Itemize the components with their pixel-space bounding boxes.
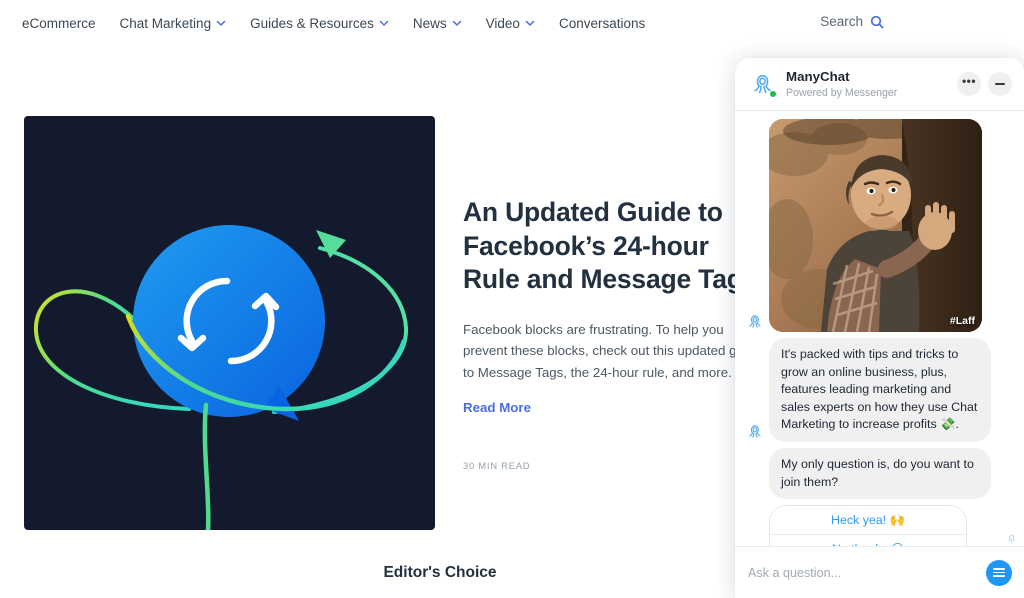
- manychat-octopus-icon: [748, 70, 777, 98]
- more-options-label: •••: [961, 74, 977, 88]
- seen-indicator-icon: [1006, 531, 1017, 543]
- chat-quick-replies-row: Heck yea! 🙌 No thanks ☹: [745, 505, 1014, 546]
- nav-item-ecommerce[interactable]: eCommerce: [22, 16, 108, 31]
- nav-item-video[interactable]: Video: [474, 16, 547, 31]
- nav-item-label: Guides & Resources: [250, 16, 374, 31]
- quick-reply-heck-yea[interactable]: Heck yea! 🙌: [770, 506, 966, 535]
- chat-brand-subtitle: Powered by Messenger: [786, 86, 898, 99]
- search-label: Search: [820, 14, 863, 29]
- quick-reply-card: Heck yea! 🙌 No thanks ☹: [769, 505, 967, 546]
- chevron-down-icon: [379, 18, 389, 28]
- chat-gif-attachment[interactable]: #Laff: [769, 119, 982, 332]
- nav-item-label: eCommerce: [22, 16, 96, 31]
- chevron-down-icon: [452, 18, 462, 28]
- page-root: eCommerce Chat Marketing Guides & Resour…: [0, 0, 1024, 598]
- nav-item-chat-marketing[interactable]: Chat Marketing: [108, 16, 239, 31]
- manychat-octopus-icon: [745, 543, 764, 546]
- minimize-dash: [995, 83, 1005, 85]
- chat-message-list: #Laff It's packed with tips and tricks t…: [735, 111, 1024, 546]
- nav-item-label: News: [412, 16, 447, 31]
- read-time-label: 30 MIN READ: [463, 460, 531, 472]
- nav-items: eCommerce Chat Marketing Guides & Resour…: [22, 16, 657, 31]
- manychat-octopus-icon: [745, 422, 764, 441]
- manychat-chat-widget: ManyChat Powered by Messenger ••• #Laff …: [735, 58, 1024, 598]
- nav-item-news[interactable]: News: [401, 16, 474, 31]
- chat-widget-identity: ManyChat Powered by Messenger: [786, 69, 950, 98]
- nav-item-label: Chat Marketing: [119, 16, 212, 31]
- chat-message-bubble: My only question is, do you want to join…: [769, 448, 991, 500]
- featured-article-image[interactable]: [24, 116, 435, 530]
- nav-item-label: Video: [485, 16, 520, 31]
- featured-article-description: Facebook blocks are frustrating. To help…: [463, 321, 762, 380]
- chat-input-bar: [735, 546, 1024, 598]
- chevron-down-icon: [216, 18, 226, 28]
- featured-article-title: An Updated Guide to Facebook’s 24-hour R…: [463, 197, 758, 295]
- read-more-link[interactable]: Read More: [463, 400, 531, 415]
- chat-message-input[interactable]: [748, 565, 986, 580]
- minimize-icon[interactable]: [988, 72, 1012, 96]
- featured-article: An Updated Guide to Facebook’s 24-hour R…: [24, 116, 762, 530]
- nav-item-conversations[interactable]: Conversations: [547, 16, 657, 31]
- nav-item-guides-resources[interactable]: Guides & Resources: [238, 16, 401, 31]
- chat-message-bubble: It's packed with tips and tricks to grow…: [769, 338, 991, 443]
- online-status-dot: [769, 90, 777, 98]
- top-navigation-bar: eCommerce Chat Marketing Guides & Resour…: [0, 0, 1024, 47]
- chat-brand-name: ManyChat: [786, 69, 850, 85]
- search-button[interactable]: Search: [820, 14, 884, 29]
- manychat-octopus-icon: [745, 312, 764, 331]
- quick-reply-no-thanks[interactable]: No thanks ☹: [770, 534, 966, 546]
- menu-send-icon[interactable]: [986, 559, 1012, 586]
- nav-item-label: Conversations: [558, 16, 646, 31]
- menu-lines: [993, 566, 1005, 579]
- featured-article-text: An Updated Guide to Facebook’s 24-hour R…: [435, 116, 762, 530]
- more-options-icon[interactable]: •••: [957, 72, 981, 96]
- search-icon: [870, 15, 884, 29]
- chat-widget-header: ManyChat Powered by Messenger •••: [735, 58, 1024, 111]
- chat-message-gif: #Laff: [745, 119, 1014, 332]
- chat-message-row: It's packed with tips and tricks to grow…: [745, 338, 1014, 443]
- gif-watermark: #Laff: [949, 315, 975, 327]
- chat-message-row: My only question is, do you want to join…: [745, 448, 1014, 500]
- chevron-down-icon: [525, 18, 535, 28]
